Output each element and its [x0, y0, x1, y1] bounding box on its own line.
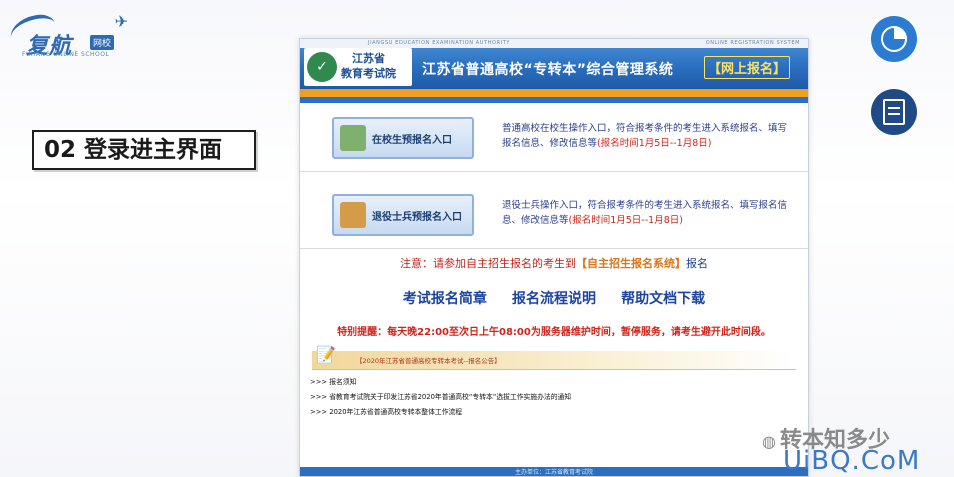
seal-icon: ✓	[307, 52, 337, 82]
announcement-item[interactable]: >>> 报名须知	[310, 375, 800, 390]
banner-blue-stripe	[300, 97, 808, 103]
veteran-entry-label: 退役士兵预报名入口	[372, 212, 462, 223]
logo-tag: 网校	[90, 35, 115, 50]
exam-guide-link[interactable]: 考试报名简章	[403, 291, 487, 307]
veteran-entry-button[interactable]: 退役士兵预报名入口	[332, 194, 474, 236]
pie-chart-icon	[881, 26, 907, 52]
online-registration-tag: 【网上报名】	[704, 56, 791, 79]
announcement-list: >>> 报名须知 >>> 省教育考试院关于印发江苏省2020年普通高校“专转本”…	[310, 375, 800, 420]
page-banner: JIANGSU EDUCATION EXAMINATION AUTHORITY …	[300, 39, 808, 89]
student-icon	[340, 125, 366, 151]
announcement-title: 【2020年江苏省普通高校专转本考试--报名公告】	[356, 357, 501, 365]
student-entry-description: 普通高校在校生操作入口，符合报考条件的考生进入系统报名、填写报名信息、修改信息等…	[502, 121, 792, 151]
announcement-header: 📝 【2020年江苏省普通高校专转本考试--报名公告】	[312, 345, 796, 370]
notice-suffix: 报名	[686, 257, 708, 270]
quick-links: 考试报名简章 报名流程说明 帮助文档下载	[300, 288, 808, 308]
fuhang-logo: ✈ 复航 网校 FUHANG ONLINE SCHOOL	[6, 10, 134, 60]
header-small-left: JIANGSU EDUCATION EXAMINATION AUTHORITY	[368, 40, 511, 46]
notepad-icon: 📝	[316, 345, 336, 364]
notes-button[interactable]	[871, 89, 917, 135]
notes-icon	[883, 99, 905, 125]
veteran-entry-description: 退役士兵操作入口，符合报考条件的考生进入系统报名、填写报名信息、修改信息等(报名…	[502, 198, 792, 228]
logo-subtitle: FUHANG ONLINE SCHOOL	[22, 51, 110, 58]
notice-prefix: 注意：请参加自主招生报名的考生到	[400, 257, 576, 270]
maintenance-warning: 特别提醒：每天晚22:00至次日上午08:00为服务器维护时间，暂停服务，请考生…	[337, 327, 771, 338]
veteran-entry-time: (报名时间1月5日--1月8日)	[568, 215, 683, 226]
student-entry-time: (报名时间1月5日--1月8日)	[597, 138, 712, 149]
process-guide-link[interactable]: 报名流程说明	[512, 291, 596, 307]
autonomous-enrollment-notice: 注意：请参加自主招生报名的考生到【自主招生报名系统】报名	[300, 255, 808, 271]
airplane-icon: ✈	[114, 12, 128, 31]
org-name-line1: 江苏省	[352, 52, 385, 65]
header-small-right: ONLINE REGISTRATION SYSTEM	[705, 40, 800, 46]
entry-row-student: 在校生预报名入口 普通高校在校生操作入口，符合报考条件的考生进入系统报名、填写报…	[300, 107, 808, 172]
student-entry-label: 在校生预报名入口	[372, 135, 452, 146]
announcement-item[interactable]: >>> 省教育考试院关于印发江苏省2020年普通高校“专转本”选拔工作实施办法的…	[310, 390, 800, 405]
announcement-item[interactable]: >>> 2020年江苏省普通高校专转本整体工作流程	[310, 405, 800, 420]
veteran-icon	[340, 202, 366, 228]
autonomous-enrollment-link[interactable]: 【自主招生报名系统】	[576, 257, 686, 270]
pie-chart-button[interactable]	[871, 16, 917, 62]
page-footer: 主办单位：江苏省教育考试院	[300, 467, 808, 476]
registration-page: JIANGSU EDUCATION EXAMINATION AUTHORITY …	[299, 38, 809, 477]
section-label: 02 登录进主界面	[32, 130, 256, 170]
site-watermark: UiBQ.CoM	[783, 446, 921, 476]
banner-orange-stripe	[300, 89, 808, 97]
banner-top-strip: JIANGSU EDUCATION EXAMINATION AUTHORITY …	[300, 39, 808, 48]
org-name-line2: 教育考试院	[341, 67, 396, 80]
student-entry-button[interactable]: 在校生预报名入口	[332, 117, 474, 159]
org-emblem: ✓ 江苏省 教育考试院	[304, 48, 412, 86]
entry-row-veteran: 退役士兵预报名入口 退役士兵操作入口，符合报考条件的考生进入系统报名、填写报名信…	[300, 184, 808, 249]
org-name: 江苏省 教育考试院	[341, 51, 396, 81]
wechat-icon: ◍	[762, 432, 776, 451]
help-download-link[interactable]: 帮助文档下载	[621, 291, 705, 307]
system-title: 江苏省普通高校“专转本”综合管理系统	[422, 62, 674, 78]
